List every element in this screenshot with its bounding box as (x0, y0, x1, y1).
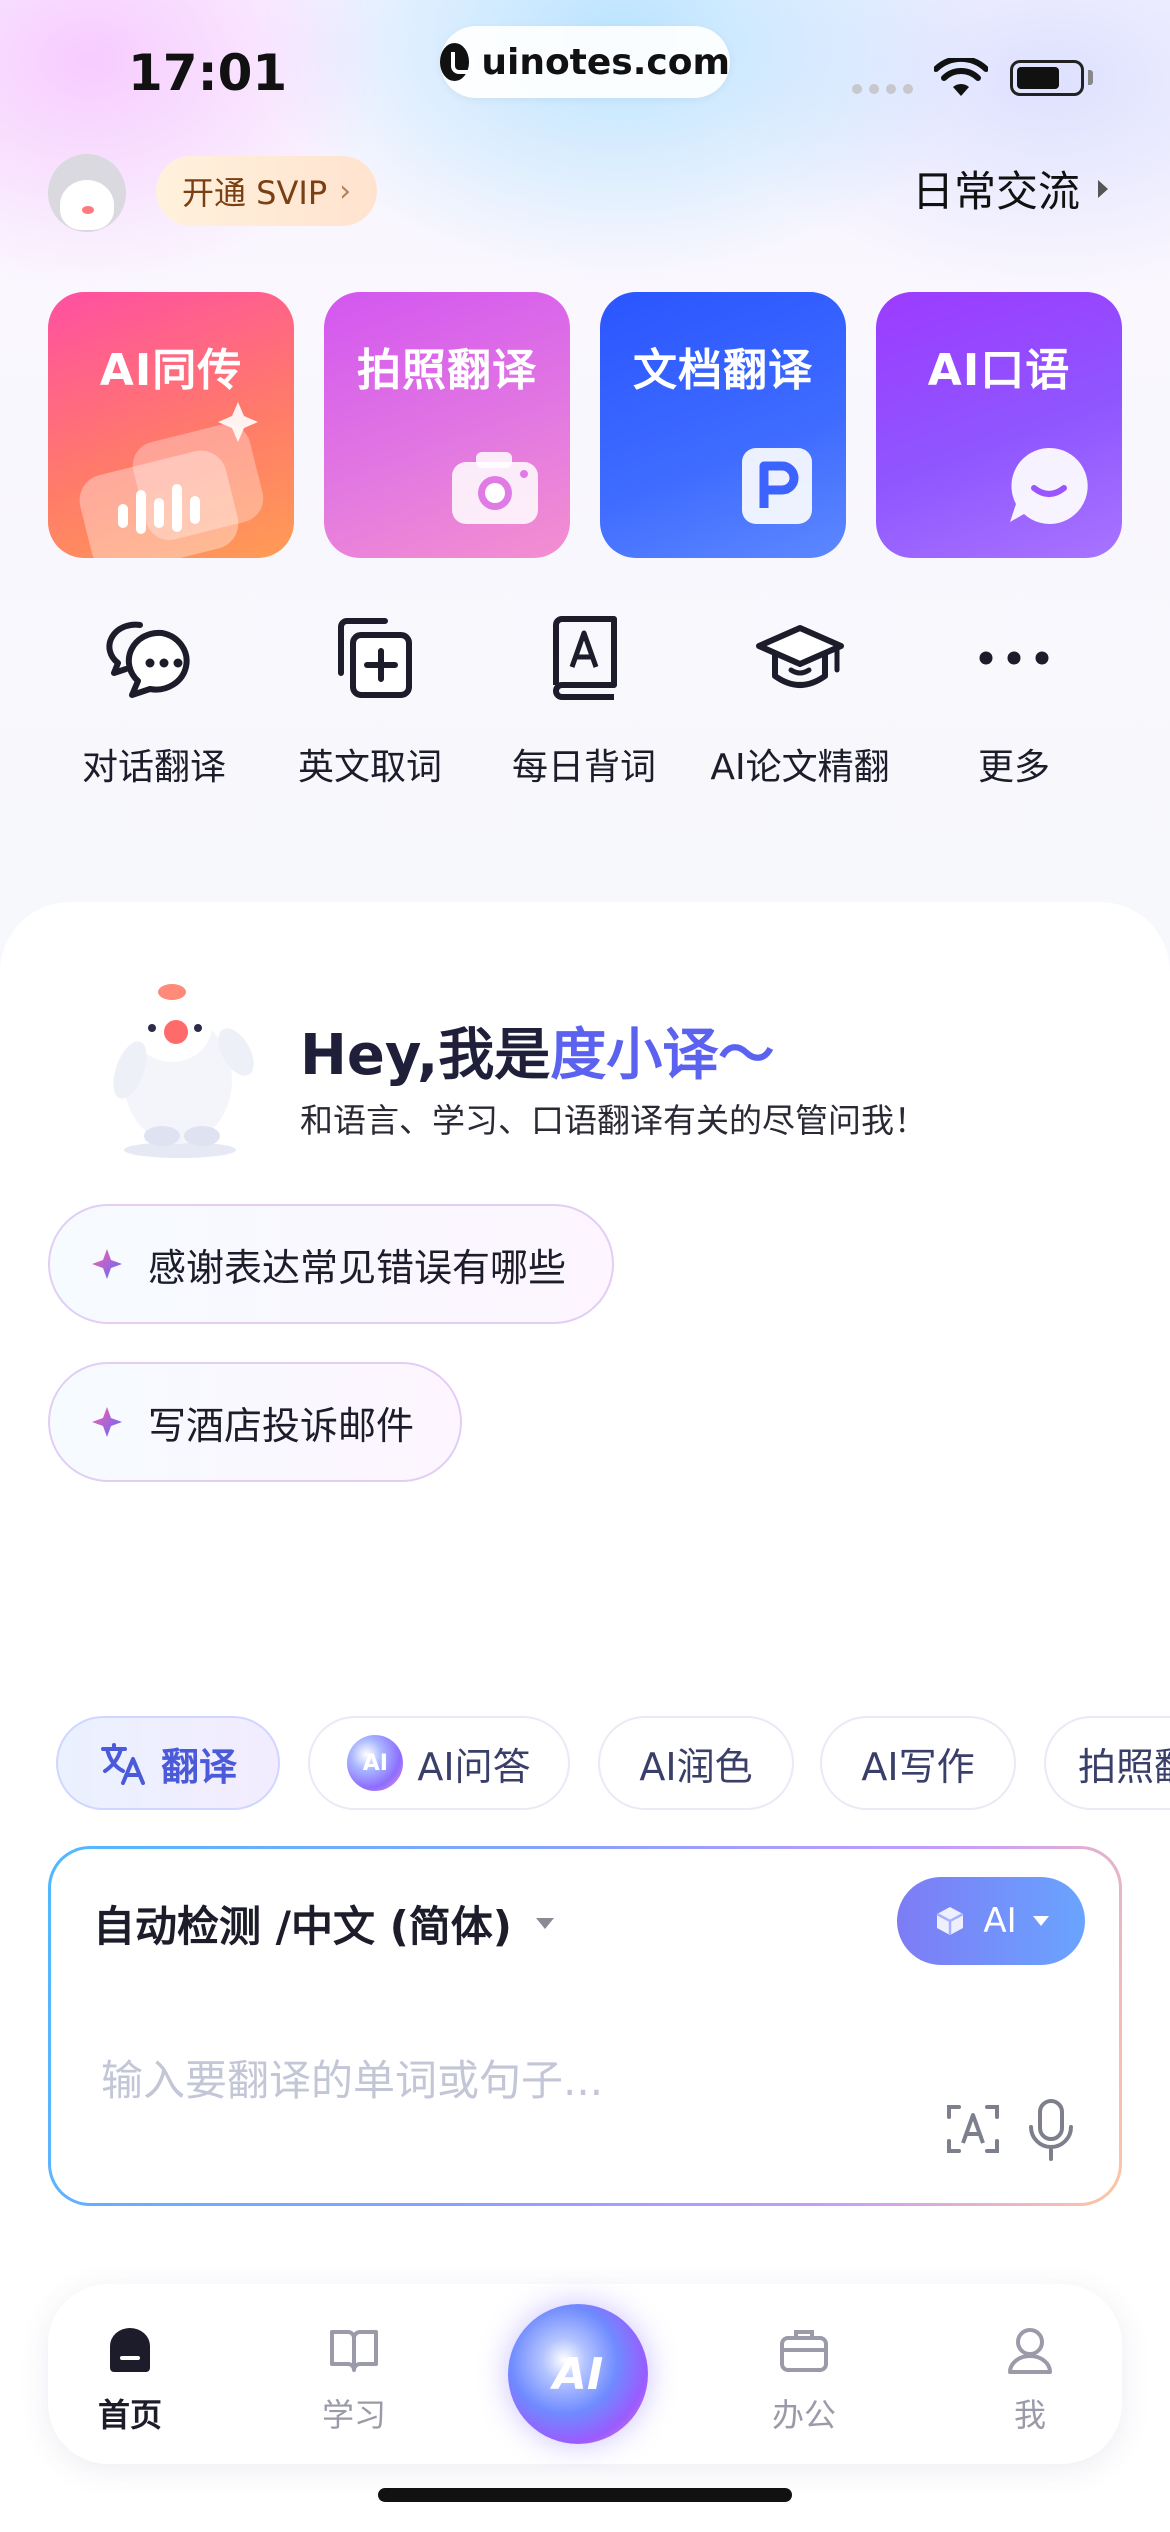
chat-smile-icon (1010, 447, 1088, 524)
more-dots-icon (979, 651, 1049, 665)
tab-photo-translate[interactable]: 拍照翻 (1044, 1716, 1170, 1810)
tool-daily-vocabulary[interactable]: 每日背词 (484, 608, 684, 790)
wifi-icon (934, 58, 988, 96)
nav-label: 学习 (321, 2396, 386, 2434)
status-time: 17:01 (128, 44, 288, 102)
url-text: uinotes.com (481, 41, 730, 83)
card-document-translate[interactable]: 文档翻译 (600, 292, 846, 558)
translate-text-input[interactable]: 输入要翻译的单词或句子... (101, 2047, 603, 2108)
book-open-icon (330, 2330, 378, 2372)
nav-label: 我 (1013, 2396, 1046, 2434)
home-indicator (378, 2488, 792, 2502)
tool-more[interactable]: 更多 (914, 608, 1114, 790)
suggestion-chip[interactable]: 感谢表达常见错误有哪些 (48, 1204, 615, 1324)
card-label: AI口语 (927, 345, 1071, 396)
nav-ai-label: AI (552, 2348, 604, 2400)
cellular-signal-icon (852, 84, 913, 94)
cube-icon (936, 1907, 964, 1935)
tab-label: 翻译 (160, 1744, 237, 1789)
translate-icon (100, 1743, 145, 1785)
nav-ai-button[interactable]: AI (508, 2304, 648, 2444)
assistant-name: 度小译 (550, 1023, 719, 1088)
tab-label: AI问答 (417, 1744, 531, 1789)
suggestion-chip[interactable]: 写酒店投诉邮件 (48, 1362, 463, 1482)
user-icon (1008, 2328, 1052, 2374)
nav-label: 办公 (771, 2396, 836, 2434)
ai-engine-selector[interactable]: AI (897, 1877, 1085, 1965)
card-label: 拍照翻译 (357, 345, 537, 396)
language-label: 自动检测 /中文 (简体) (93, 1902, 512, 1951)
scan-text-icon[interactable] (945, 2101, 1001, 2157)
tool-english-pick-word[interactable]: 英文取词 (270, 608, 470, 790)
tab-ai-qa[interactable]: AI AI问答 (308, 1716, 570, 1810)
svip-label: 开通 SVIP (182, 174, 328, 212)
assistant-greeting: Hey,我是度小译～ (300, 1010, 774, 1091)
battery-tip (1088, 70, 1093, 85)
tab-translate[interactable]: 翻译 (56, 1716, 280, 1810)
caret-right-icon (1098, 179, 1108, 198)
document-p-icon (742, 448, 812, 524)
card-ai-speaking[interactable]: AI口语 (876, 292, 1122, 558)
greeting-prefix: Hey,我是 (300, 1023, 551, 1088)
graduation-cap-icon (756, 625, 844, 688)
tool-label: 对话翻译 (81, 747, 226, 788)
nav-label: 首页 (97, 2396, 162, 2434)
tool-label: 更多 (977, 747, 1050, 788)
assistant-subtitle: 和语言、学习、口语翻译有关的尽管问我！ (300, 1101, 927, 1140)
tab-label: AI润色 (639, 1744, 753, 1789)
soundwave-icon (79, 402, 264, 558)
dropdown-caret-icon (535, 1918, 554, 1929)
tool-label: AI论文精翻 (710, 747, 890, 788)
nav-me[interactable]: 我 (950, 2324, 1110, 2436)
card-ai-simultaneous[interactable]: AI同传 (48, 292, 294, 558)
add-square-icon (338, 618, 412, 698)
briefcase-icon (780, 2330, 828, 2372)
book-a-icon (553, 616, 617, 700)
chevron-right-icon: › (339, 173, 352, 209)
tool-label: 英文取词 (297, 747, 442, 788)
tab-ai-writing[interactable]: AI写作 (820, 1716, 1016, 1810)
sparkle-icon (92, 1249, 122, 1279)
suggestion-label: 写酒店投诉邮件 (148, 1403, 415, 1448)
tool-dialogue-translate[interactable]: 对话翻译 (54, 608, 254, 790)
dropdown-caret-icon (1032, 1916, 1049, 1926)
site-logo-icon (440, 43, 476, 81)
tab-label: AI写作 (861, 1744, 975, 1789)
bottom-nav: 首页 学习 AI 办公 我 (48, 2284, 1122, 2464)
ai-pill-label: AI (983, 1901, 1017, 1941)
svip-button[interactable]: 开通 SVIP › (156, 156, 378, 226)
language-selector[interactable]: 自动检测 /中文 (简体) (93, 1893, 554, 1954)
chat-bubbles-icon (106, 621, 190, 698)
translate-input-box[interactable]: 自动检测 /中文 (简体) AI 输入要翻译的单词或句子... (48, 1846, 1122, 2206)
card-photo-translate[interactable]: 拍照翻译 (324, 292, 570, 558)
greeting-suffix: ～ (718, 1023, 775, 1088)
battery-icon (1010, 60, 1084, 96)
url-pill[interactable]: uinotes.com (440, 26, 730, 98)
camera-icon (452, 452, 538, 524)
mode-label: 日常交流 (911, 167, 1080, 216)
tab-label: 拍照翻 (1078, 1744, 1170, 1789)
conversation-mode-selector[interactable]: 日常交流 (912, 158, 1108, 219)
card-label: 文档翻译 (633, 345, 813, 396)
avatar[interactable] (48, 154, 126, 232)
home-icon (110, 2328, 150, 2372)
ai-orb-icon: AI (347, 1735, 404, 1791)
suggestion-label: 感谢表达常见错误有哪些 (148, 1245, 567, 1290)
tool-label: 每日背词 (511, 747, 656, 788)
tool-ai-paper-translate[interactable]: AI论文精翻 (700, 608, 900, 790)
tab-ai-polish[interactable]: AI润色 (598, 1716, 794, 1810)
sparkle-icon (92, 1407, 122, 1437)
nav-study[interactable]: 学习 (274, 2324, 434, 2436)
microphone-icon[interactable] (1023, 2097, 1079, 2163)
mascot-bear-icon (113, 984, 254, 1158)
nav-home[interactable]: 首页 (50, 2324, 210, 2436)
nav-office[interactable]: 办公 (724, 2324, 884, 2436)
